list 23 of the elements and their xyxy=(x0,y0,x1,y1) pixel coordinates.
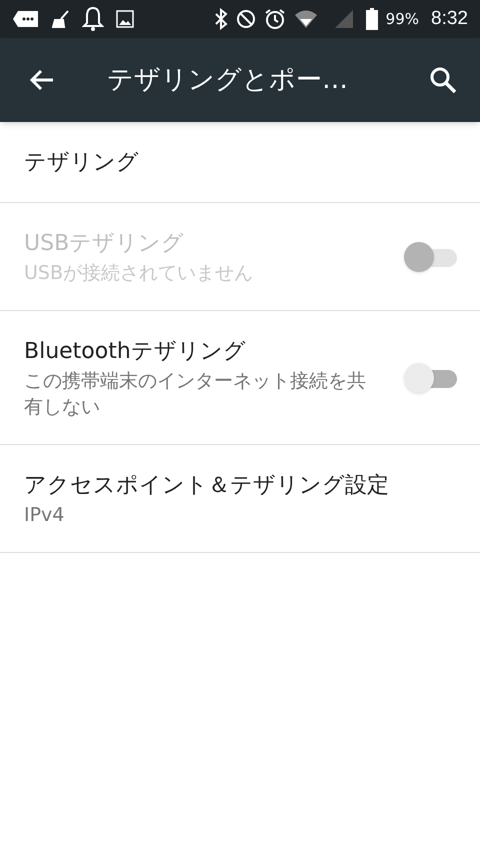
preference-title: Bluetoothテザリング xyxy=(24,338,247,366)
image-icon xyxy=(116,10,134,28)
bluetooth-icon xyxy=(214,8,228,30)
preference-summary: IPv4 xyxy=(24,503,66,528)
preference-title: USBテザリング xyxy=(24,230,186,258)
search-icon[interactable] xyxy=(429,66,457,94)
alarm-icon xyxy=(264,8,286,30)
blocked-icon xyxy=(236,9,256,29)
battery-icon xyxy=(366,8,378,30)
wifi-icon xyxy=(294,9,318,29)
broom-icon xyxy=(52,10,70,28)
preference-row[interactable]: アクセスポイント＆テザリング設定 IPv4 xyxy=(0,445,480,553)
preference-title: アクセスポイント＆テザリング設定 xyxy=(24,472,390,500)
clock-time: 8:32 xyxy=(431,6,468,31)
signal-icon xyxy=(334,9,354,29)
preference-row[interactable]: Bluetoothテザリング この携帯端末のインターネット接続を共有しない xyxy=(0,311,480,445)
battery-percent: 99% xyxy=(386,8,420,30)
back-arrow-icon[interactable] xyxy=(29,69,55,91)
message-icon xyxy=(12,10,40,28)
bell-icon xyxy=(82,6,104,32)
toolbar-title: テザリングとポー… xyxy=(107,64,348,96)
section-header: テザリング xyxy=(24,148,139,176)
preference-summary: この携帯端末のインターネット接続を共有しない xyxy=(24,369,367,420)
